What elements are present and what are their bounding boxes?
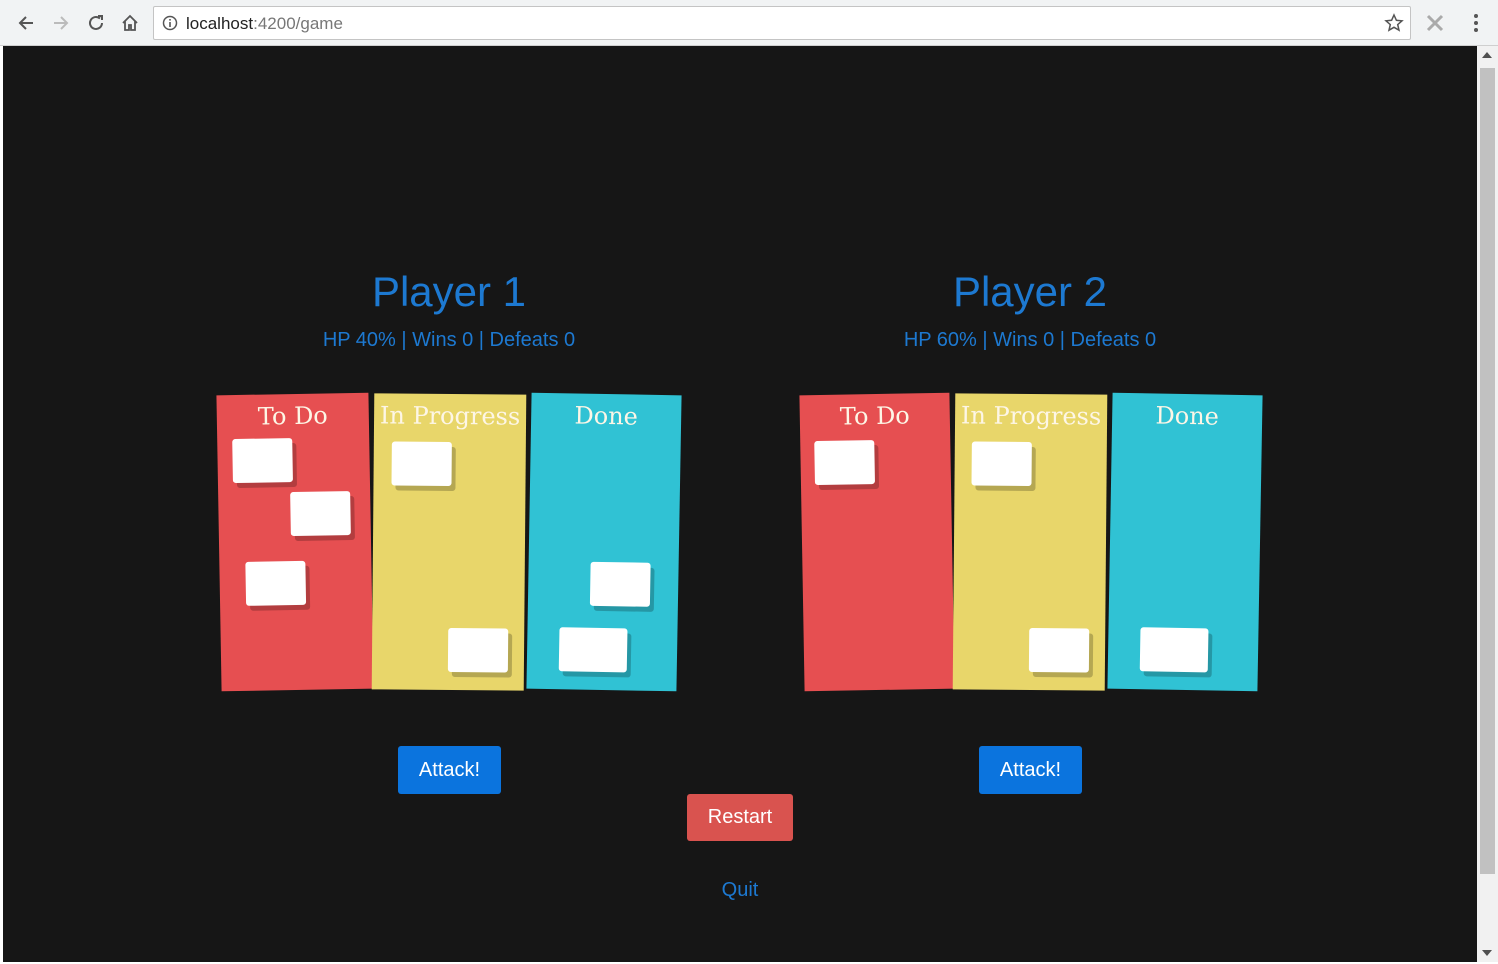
player-1-board: To Do In Progress Done	[216, 392, 682, 694]
player-1-column-todo: To Do	[216, 392, 374, 692]
url-host: localhost	[186, 14, 254, 33]
player-2-board: To Do In Progress Done	[799, 392, 1263, 694]
browser-toolbar: localhost:4200/game	[0, 0, 1498, 46]
player-2-column-todo: To Do	[799, 392, 955, 692]
scroll-thumb[interactable]	[1480, 68, 1495, 874]
player-1-attack-button[interactable]: Attack!	[398, 746, 501, 794]
extension-icon[interactable]	[1425, 13, 1445, 33]
forward-icon[interactable]	[47, 9, 75, 37]
column-title: In Progress	[960, 401, 1102, 431]
restart-button[interactable]: Restart	[687, 794, 793, 841]
scroll-up-icon[interactable]	[1482, 52, 1492, 58]
player-2-column-done: Done	[1107, 392, 1263, 692]
player-1-stats: HP 40% | Wins 0 | Defeats 0	[322, 329, 576, 351]
player-2-column-in-progress: In Progress	[952, 393, 1108, 691]
task-card[interactable]	[447, 627, 509, 673]
reload-icon[interactable]	[82, 9, 110, 37]
address-bar[interactable]: localhost:4200/game	[153, 6, 1411, 40]
game-page: Player 1 HP 40% | Wins 0 | Defeats 0 To …	[3, 46, 1477, 962]
task-card[interactable]	[589, 561, 651, 607]
column-title: To Do	[257, 401, 328, 431]
column-title: In Progress	[379, 401, 521, 431]
task-card[interactable]	[814, 440, 875, 486]
column-title: To Do	[839, 401, 910, 431]
star-icon[interactable]	[1384, 13, 1404, 33]
info-icon[interactable]	[162, 15, 178, 31]
home-icon[interactable]	[116, 9, 144, 37]
column-title: Done	[1155, 401, 1220, 431]
url-text: localhost:4200/game	[186, 14, 343, 34]
player-2-name: Player 2	[952, 268, 1108, 315]
task-card[interactable]	[1028, 627, 1090, 673]
player-1-column-done: Done	[526, 392, 682, 692]
task-card[interactable]	[245, 560, 307, 606]
player-1-column-in-progress: In Progress	[371, 393, 527, 691]
task-card[interactable]	[971, 441, 1032, 487]
quit-link[interactable]: Quit	[693, 879, 787, 902]
column-title: Done	[574, 401, 639, 431]
menu-icon[interactable]	[1466, 12, 1486, 34]
scroll-down-icon[interactable]	[1482, 950, 1492, 956]
task-card[interactable]	[232, 438, 293, 484]
scrollbar[interactable]	[1477, 46, 1498, 962]
player-2-stats: HP 60% | Wins 0 | Defeats 0	[903, 329, 1157, 351]
back-icon[interactable]	[12, 9, 40, 37]
task-card[interactable]	[290, 491, 351, 537]
url-path: :4200/game	[253, 14, 343, 33]
task-card[interactable]	[558, 627, 628, 673]
player-1-name: Player 1	[371, 268, 527, 315]
task-card[interactable]	[391, 441, 452, 487]
task-card[interactable]	[1139, 627, 1209, 673]
player-2-attack-button[interactable]: Attack!	[979, 746, 1082, 794]
